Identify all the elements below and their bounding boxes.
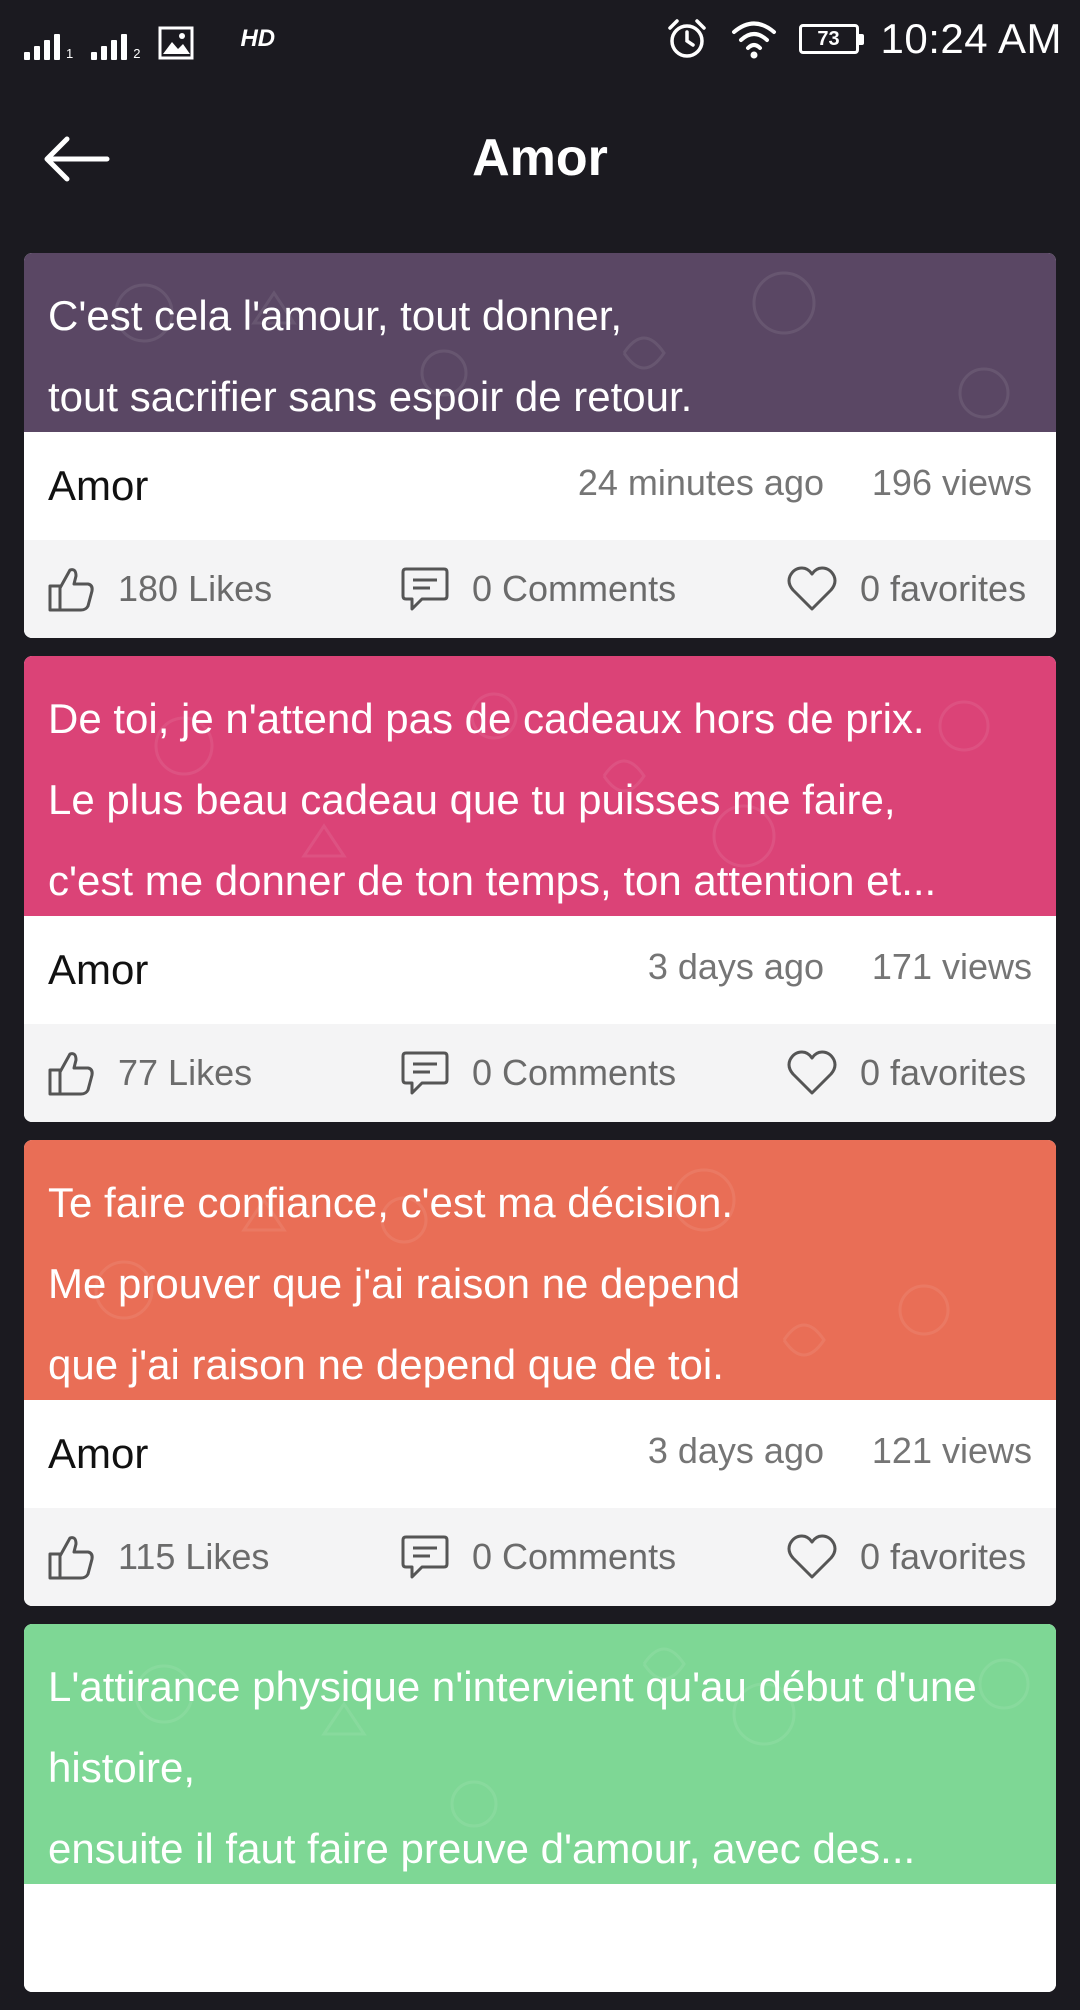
- quote-line: histoire,: [48, 1744, 196, 1791]
- comment-count: 0 Comments: [472, 1536, 677, 1577]
- like-button[interactable]: 77 Likes: [46, 1024, 252, 1122]
- thumbs-up-icon: [48, 1052, 94, 1096]
- like-count: 77 Likes: [118, 1052, 253, 1093]
- like-count: 115 Likes: [118, 1536, 270, 1577]
- hd-indicator: HD: [240, 25, 276, 52]
- quote-body[interactable]: C'est cela l'amour, tout donner, tout sa…: [24, 253, 1056, 432]
- heart-icon: [787, 1050, 837, 1095]
- like-button[interactable]: 180 Likes: [46, 540, 272, 638]
- wifi-icon: [731, 21, 776, 59]
- comment-count: 0 Comments: [472, 1052, 677, 1093]
- quote-feed: C'est cela l'amour, tout donner, tout sa…: [24, 253, 1056, 2010]
- comment-button[interactable]: 0 Comments: [400, 1508, 676, 1606]
- signal-1-icon: 1: [24, 32, 73, 60]
- thumbs-up-icon: [48, 568, 94, 612]
- battery-level: 73: [817, 27, 840, 50]
- status-bar: 1 2 HD 73 10:24 AM: [0, 0, 1080, 78]
- quote-line: De toi, je n'attend pas de cadeaux hors …: [48, 695, 925, 742]
- image-icon: [158, 26, 194, 60]
- quote-meta: Amor 3 days ago 171 views: [24, 916, 1056, 1024]
- quote-line: ensuite il faut faire preuve d'amour, av…: [48, 1825, 916, 1872]
- comment-icon: [401, 567, 449, 611]
- quote-body[interactable]: Te faire confiance, c'est ma décision. M…: [24, 1140, 1056, 1400]
- app-bar: Amor: [0, 78, 1080, 242]
- action-bar: 77 Likes 0 Comments 0 favorites: [24, 1024, 1056, 1122]
- like-button[interactable]: 115 Likes: [46, 1508, 269, 1606]
- quote-card[interactable]: Te faire confiance, c'est ma décision. M…: [24, 1140, 1056, 1606]
- quote-card[interactable]: L'attirance physique n'intervient qu'au …: [24, 1624, 1056, 1992]
- status-time: 10:24 AM: [880, 15, 1062, 62]
- quote-meta: [24, 1884, 1056, 1992]
- favorite-count: 0 favorites: [860, 1052, 1027, 1093]
- post-time: 24 minutes ago: [577, 462, 824, 503]
- quote-card[interactable]: C'est cela l'amour, tout donner, tout sa…: [24, 253, 1056, 638]
- comment-icon: [401, 1051, 449, 1095]
- view-count: 121 views: [871, 1430, 1032, 1471]
- favorite-button[interactable]: 0 favorites: [786, 1508, 1026, 1606]
- quote-line: Le plus beau cadeau que tu puisses me fa…: [48, 776, 896, 823]
- quote-meta: Amor 24 minutes ago 196 views: [24, 432, 1056, 540]
- view-count: 171 views: [871, 946, 1032, 987]
- quote-line: Te faire confiance, c'est ma décision.: [48, 1179, 734, 1226]
- favorite-button[interactable]: 0 favorites: [786, 540, 1026, 638]
- action-bar: 180 Likes 0 Comments 0 favorites: [24, 540, 1056, 638]
- author-name[interactable]: Amor: [48, 946, 148, 994]
- quote-card[interactable]: De toi, je n'attend pas de cadeaux hors …: [24, 656, 1056, 1122]
- quote-body[interactable]: De toi, je n'attend pas de cadeaux hors …: [24, 656, 1056, 916]
- author-name[interactable]: Amor: [48, 462, 148, 510]
- quote-meta: Amor 3 days ago 121 views: [24, 1400, 1056, 1508]
- comment-button[interactable]: 0 Comments: [400, 540, 676, 638]
- quote-line: tout sacrifier sans espoir de retour.: [48, 373, 693, 420]
- page-title: Amor: [472, 129, 608, 187]
- comment-icon: [401, 1535, 449, 1579]
- heart-icon: [787, 1534, 837, 1579]
- action-bar: 115 Likes 0 Comments 0 favorites: [24, 1508, 1056, 1606]
- post-time: 3 days ago: [647, 946, 824, 987]
- quote-line: C'est cela l'amour, tout donner,: [48, 292, 623, 339]
- heart-icon: [787, 566, 837, 611]
- battery-icon: 73: [798, 24, 864, 54]
- comment-button[interactable]: 0 Comments: [400, 1024, 676, 1122]
- like-count: 180 Likes: [118, 568, 273, 609]
- comment-count: 0 Comments: [472, 568, 677, 609]
- thumbs-up-icon: [48, 1536, 94, 1580]
- signal-2-icon: 2: [91, 32, 140, 60]
- view-count: 196 views: [871, 462, 1032, 503]
- alarm-icon: [667, 19, 706, 58]
- favorite-count: 0 favorites: [860, 568, 1027, 609]
- quote-line: que j'ai raison ne depend que de toi.: [48, 1341, 724, 1388]
- post-time: 3 days ago: [647, 1430, 824, 1471]
- author-name[interactable]: Amor: [48, 1430, 148, 1478]
- favorite-button[interactable]: 0 favorites: [786, 1024, 1026, 1122]
- quote-line: L'attirance physique n'intervient qu'au …: [48, 1663, 977, 1710]
- quote-line: Me prouver que j'ai raison ne depend: [48, 1260, 741, 1307]
- favorite-count: 0 favorites: [860, 1536, 1027, 1577]
- quote-body[interactable]: L'attirance physique n'intervient qu'au …: [24, 1624, 1056, 1884]
- quote-line: c'est me donner de ton temps, ton attent…: [48, 857, 937, 904]
